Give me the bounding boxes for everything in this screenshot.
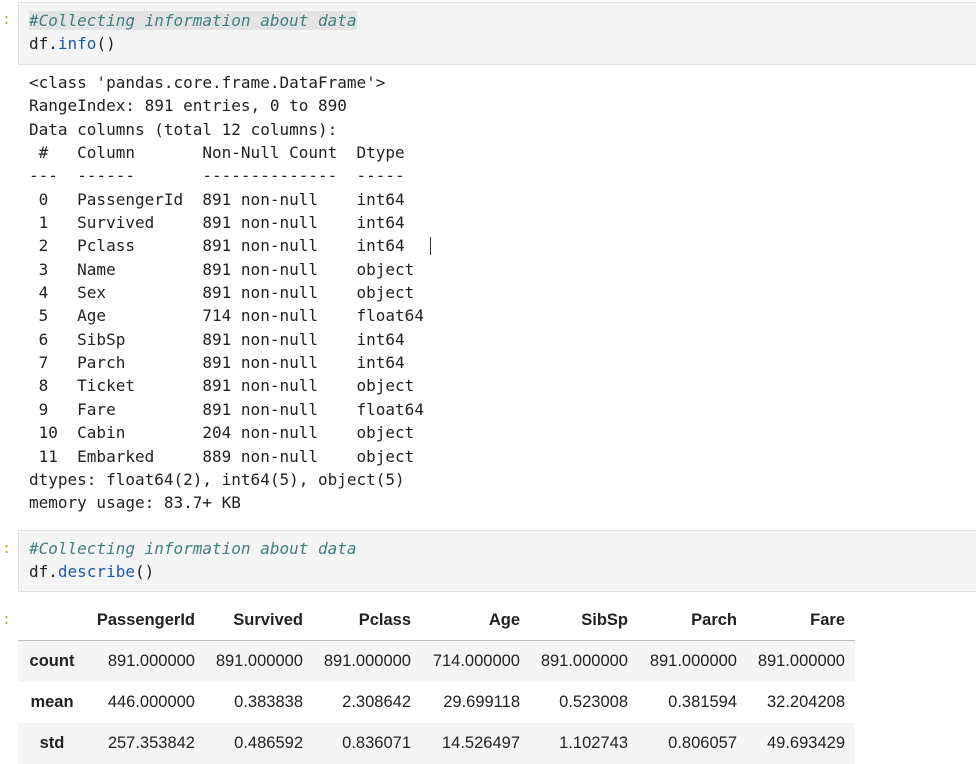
code-line-comment: #Collecting information about data: [29, 9, 976, 32]
table-cell: 891.000000: [757, 652, 845, 670]
code-comment: #Collecting information about data: [29, 539, 357, 558]
output-prompt-marker: :: [2, 610, 12, 628]
cell-prompt-marker: :: [2, 539, 12, 557]
code-parens: (): [134, 562, 155, 581]
output-line: 4 Sex 891 non-null object: [29, 283, 424, 303]
row-label: count: [29, 652, 75, 670]
row-label: mean: [30, 693, 74, 711]
header-age: Age: [421, 600, 530, 641]
table-row: mean 446.000000 0.383838 2.308642 29.699…: [18, 682, 855, 723]
table-cell: 714.000000: [432, 652, 520, 670]
code-function: describe: [57, 562, 135, 581]
output-line: 6 SibSp 891 non-null int64: [29, 329, 424, 349]
code-object: df.: [29, 562, 58, 581]
text-cursor: [430, 237, 431, 255]
table-cell: 0.383838: [234, 693, 303, 711]
table-cell: 2.308642: [342, 693, 411, 711]
table-cell: 32.204208: [767, 693, 845, 711]
output-line: 11 Embarked 889 non-null object: [29, 446, 424, 466]
code-comment: #Collecting information about data: [29, 11, 357, 30]
code-cell-describe[interactable]: #Collecting information about data df.de…: [18, 530, 976, 592]
table-header-row: PassengerId Survived Pclass Age SibSp Pa…: [18, 600, 855, 641]
table-cell: 257.353842: [107, 734, 195, 752]
output-line: 10 Cabin 204 non-null object: [29, 423, 424, 443]
table-cell: 891.000000: [323, 652, 411, 670]
code-function: info: [57, 34, 97, 53]
code-line-call: df.describe(): [29, 560, 976, 583]
output-line: <class 'pandas.core.frame.DataFrame'>: [29, 73, 386, 92]
header-index: [18, 600, 86, 641]
output-line: --- ------ -------------- -----: [29, 166, 424, 186]
cell-prompt-marker: :: [2, 10, 12, 28]
table-row: std 257.353842 0.486592 0.836071 14.5264…: [18, 723, 855, 764]
output-line: 2 Pclass 891 non-null int64: [29, 236, 424, 256]
table-cell: 29.699118: [443, 693, 520, 711]
output-line: 3 Name 891 non-null object: [29, 259, 424, 279]
row-label: std: [39, 734, 65, 752]
header-parch: Parch: [638, 600, 747, 641]
table-cell: 891.000000: [649, 652, 737, 670]
code-object: df.: [29, 34, 58, 53]
output-line: 5 Age 714 non-null float64: [29, 306, 424, 326]
table-cell: 891.000000: [107, 652, 195, 670]
output-line: dtypes: float64(2), int64(5), object(5): [29, 469, 405, 489]
output-line: RangeIndex: 891 entries, 0 to 890: [29, 96, 347, 116]
header-pclass: Pclass: [313, 600, 421, 641]
code-cell-info[interactable]: #Collecting information about data df.in…: [18, 2, 976, 65]
table-cell: 891.000000: [540, 652, 628, 670]
code-line-call: df.info(): [29, 32, 976, 55]
table-cell: 446.000000: [107, 693, 195, 711]
header-survived: Survived: [205, 600, 313, 641]
output-line: Data columns (total 12 columns):: [29, 119, 338, 139]
table-cell: 0.836071: [342, 734, 411, 752]
output-line: 7 Parch 891 non-null int64: [29, 353, 424, 373]
table-cell: 0.523008: [559, 693, 628, 711]
table-cell: 891.000000: [215, 652, 303, 670]
code-line-comment: #Collecting information about data: [29, 537, 976, 560]
table-row: count 891.000000 891.000000 891.000000 7…: [18, 640, 855, 682]
table-cell: 14.526497: [442, 734, 520, 752]
table-cell: 49.693429: [767, 734, 845, 752]
output-line: 1 Survived 891 non-null int64: [29, 213, 424, 233]
output-line: 0 PassengerId 891 non-null int64: [29, 189, 424, 209]
output-line: # Column Non-Null Count Dtype: [29, 143, 424, 163]
describe-table: PassengerId Survived Pclass Age SibSp Pa…: [18, 600, 855, 764]
code-parens: (): [96, 34, 116, 53]
header-fare: Fare: [747, 600, 855, 641]
table-cell: 0.806057: [668, 734, 737, 752]
header-passengerid: PassengerId: [86, 600, 205, 641]
output-line: memory usage: 83.7+ KB: [29, 493, 241, 513]
info-output: <class 'pandas.core.frame.DataFrame'> Ran…: [29, 71, 424, 515]
table-cell: 1.102743: [559, 734, 628, 752]
output-line: 8 Ticket 891 non-null object: [29, 376, 424, 396]
header-sibsp: SibSp: [530, 600, 638, 641]
table-cell: 0.381594: [668, 693, 737, 711]
output-line: 9 Fare 891 non-null float64: [29, 399, 424, 419]
table-cell: 0.486592: [234, 734, 303, 752]
